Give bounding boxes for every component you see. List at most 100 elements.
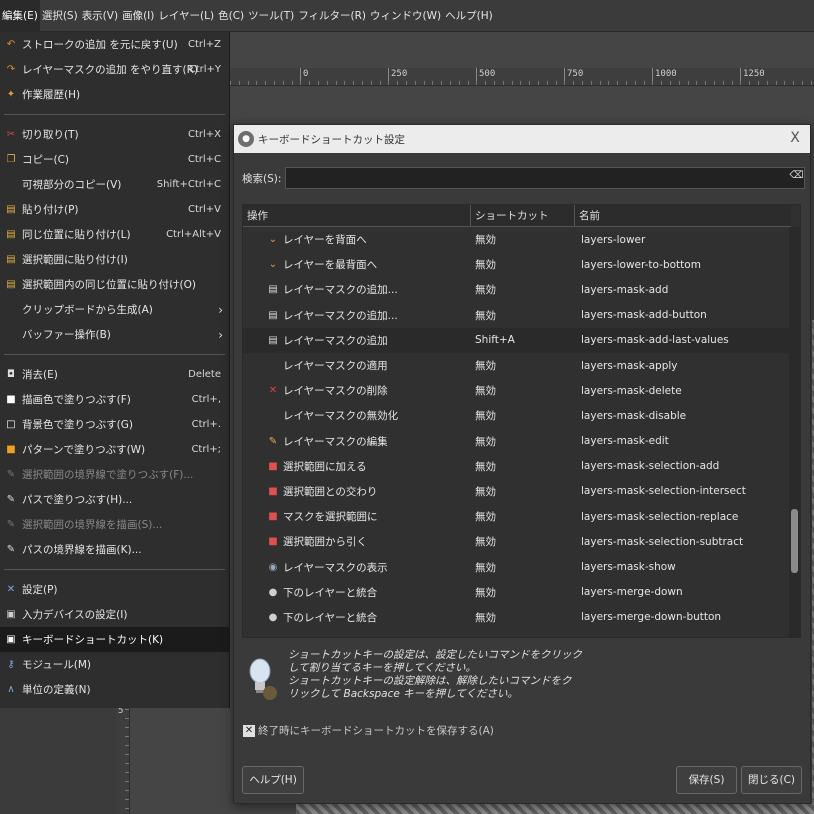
save-on-exit-checkbox[interactable]: ✕ 終了時にキーボードショートカットを保存する(A) [243,723,494,738]
edit-menu-item[interactable]: ↶ ストロークの追加 を元に戻す(U) Ctrl+Z [0,32,229,57]
name-cell: layers-mask-apply [581,359,678,372]
shortcut-cell[interactable]: 無効 [471,610,575,625]
table-row[interactable]: ■ 選択範囲から引く 無効 layers-mask-selection-subtrac… [243,529,791,554]
close-icon[interactable]: X [786,129,804,147]
shortcut-cell[interactable]: 無効 [471,434,575,449]
horizontal-ruler[interactable]: 0 250 500 750 1000 1250 [230,68,814,86]
clear-search-icon[interactable]: ⌫ [789,170,803,184]
edit-menu-item[interactable]: ✦ 作業履歴(H) [0,82,229,107]
edit-menu-item[interactable]: ∧ 単位の定義(N) [0,677,229,702]
table-row[interactable]: ✕ レイヤーマスクの削除 無効 layers-mask-delete [243,378,791,403]
shortcut-cell[interactable]: 無効 [471,232,575,247]
table-row[interactable]: ▤ レイヤーマスクの追加... 無効 layers-mask-add-button [243,303,791,328]
shortcut-cell[interactable]: 無効 [471,383,575,398]
menu-1[interactable]: 選択(S) [40,0,80,32]
checkbox-checked-icon[interactable]: ✕ [243,724,255,737]
dialog-titlebar[interactable]: ● キーボードショートカット設定 X [234,125,810,153]
edit-menu-item[interactable]: ▣ キーボードショートカット(K) [0,627,229,652]
edit-menu-item[interactable]: バッファー操作(B) › [0,322,229,347]
info-line: ショートカットキーの設定解除は、解除したいコマンドをク [288,675,572,687]
ruler-minor-tick [600,81,601,85]
edit-menu-item[interactable]: □ 背景色で塗りつぶす(G) Ctrl+. [0,412,229,437]
edit-menu-item[interactable]: ✎ 選択範囲の境界線で塗りつぶす(F)... [0,462,229,487]
menu-3[interactable]: 画像(I) [120,0,156,32]
menu-0[interactable]: 編集(E) [0,0,40,32]
edit-menu-item[interactable]: ✎ 選択範囲の境界線を描画(S)... [0,512,229,537]
shortcut-cell[interactable]: 無効 [471,534,575,549]
table-body: ⌄ レイヤーを背面へ 無効 layers-lower ⌄ レイヤーを最背面へ 無効 layer… [243,227,791,630]
table-header: 操作 ショートカット 名前 [243,205,791,227]
edit-menu-item[interactable]: ■ パターンで塗りつぶす(W) Ctrl+; [0,437,229,462]
table-scrollbar[interactable] [789,227,800,637]
table-row[interactable]: ▤ レイヤーマスクの追加 Shift+A layers-mask-add-last-v… [243,327,791,353]
menu-9[interactable]: ヘルプ(H) [443,0,495,32]
ruler-minor-tick [740,81,741,85]
table-row[interactable]: ⌄ レイヤーを背面へ 無効 layers-lower [243,227,791,252]
edit-menu-item[interactable]: ▣ 入力デバイスの設定(I) [0,602,229,627]
edit-menu-item[interactable]: 可視部分のコピー(V) Shift+Ctrl+C [0,172,229,197]
table-row[interactable]: ■ マスクを選択範囲に 無効 layers-mask-selection-replac… [243,504,791,529]
shortcut-cell[interactable]: Shift+A [471,334,575,346]
table-row[interactable]: ⌄ レイヤーを最背面へ 無効 layers-lower-to-bottom [243,252,791,277]
edit-menu-item[interactable]: ✕ 設定(P) [0,577,229,602]
info-text: ショートカットキーの設定は、設定したいコマンドをクリック して割り当てるキーを押… [288,649,582,701]
table-row[interactable]: レイヤーマスクの無効化 無効 layers-mask-disable [243,403,791,428]
menu-2[interactable]: 表示(V) [80,0,120,32]
edit-menu-item[interactable]: ▤ 選択範囲内の同じ位置に貼り付け(O) [0,272,229,297]
shortcut-cell[interactable]: 無効 [471,257,575,272]
table-row[interactable]: ■ 選択範囲に加える 無効 layers-mask-selection-add [243,454,791,479]
save-button[interactable]: 保存(S) [676,766,737,794]
edit-menu-item[interactable]: ❐ コピー(C) Ctrl+C [0,147,229,172]
shortcut-cell[interactable]: 無効 [471,509,575,524]
shortcut-cell[interactable]: 無効 [471,560,575,575]
edit-menu-item[interactable]: ◘ 消去(E) Delete [0,362,229,387]
info-line: して割り当てるキーを押してください。 [288,662,477,674]
table-row[interactable]: ● 下のレイヤーと統合 無効 layers-merge-down-button [243,605,791,630]
menu-8[interactable]: ウィンドウ(W) [368,0,443,32]
help-button[interactable]: ヘルプ(H) [242,766,304,794]
table-scrollbar-thumb[interactable] [791,509,798,573]
shortcut-cell[interactable]: 無効 [471,459,575,474]
shortcut-cell[interactable]: 無効 [471,408,575,423]
ruler-minor-tick [424,81,425,85]
edit-menu-item[interactable]: ▤ 同じ位置に貼り付け(L) Ctrl+Alt+V [0,222,229,247]
table-row[interactable]: ◉ レイヤーマスクの表示 無効 layers-mask-show [243,554,791,579]
ruler-minor-tick [776,81,777,85]
close-button[interactable]: 閉じる(C) [741,766,802,794]
menu-6[interactable]: ツール(T) [246,0,296,32]
shortcut-cell[interactable]: 無効 [471,308,575,323]
shortcut-cell[interactable]: 無効 [471,585,575,600]
edit-menu-item[interactable]: ■ 描画色で塗りつぶす(F) Ctrl+, [0,387,229,412]
edit-menu-item[interactable]: ▤ 貼り付け(P) Ctrl+V [0,197,229,222]
layer-bottom-icon: ⌄ [268,259,278,271]
table-row[interactable]: ● 下のレイヤーと統合 無効 layers-merge-down [243,580,791,605]
shortcut-cell[interactable]: 無効 [471,358,575,373]
menu-5[interactable]: 色(C) [216,0,246,32]
edit-menu-item[interactable]: ⚷ モジュール(M) [0,652,229,677]
search-input[interactable] [285,167,806,189]
ruler-label: 1000 [655,69,677,79]
menu-4[interactable]: レイヤー(L) [156,0,216,32]
table-row[interactable]: ■ 選択範囲との交わり 無効 layers-mask-selection-inters… [243,479,791,504]
shortcut-cell[interactable]: 無効 [471,282,575,297]
edit-menu-item[interactable]: ✎ パスで塗りつぶす(H)... [0,487,229,512]
shortcut-cell[interactable]: 無効 [471,484,575,499]
vertical-ruler[interactable]: 5 [116,700,130,814]
action-label: 下のレイヤーと統合 [283,586,378,599]
table-row[interactable]: ▤ レイヤーマスクの追加... 無効 layers-mask-add [243,277,791,302]
ruler-minor-tick [705,81,706,85]
edit-menu-item[interactable]: クリップボードから生成(A) › [0,297,229,322]
edit-menu-item[interactable]: ✎ パスの境界線を描画(K)... [0,537,229,562]
table-row[interactable]: ✎ レイヤーマスクの編集 無効 layers-mask-edit [243,429,791,454]
column-header-action[interactable]: 操作 [243,205,471,227]
edit-menu-item[interactable]: ↷ レイヤーマスクの追加 をやり直す(R) Ctrl+Y [0,57,229,82]
edit-menu-item-shortcut: Ctrl+Alt+V [166,229,221,240]
column-header-shortcut[interactable]: ショートカット [471,205,575,227]
ruler-minor-tick [415,81,416,85]
edit-menu-item[interactable]: ▤ 選択範囲に貼り付け(I) [0,247,229,272]
menu-7[interactable]: フィルター(R) [296,0,368,32]
ruler-minor-tick [520,81,521,85]
column-header-name[interactable]: 名前 [575,205,791,227]
table-row[interactable]: レイヤーマスクの適用 無効 layers-mask-apply [243,353,791,378]
edit-menu-item[interactable]: ✂ 切り取り(T) Ctrl+X [0,122,229,147]
